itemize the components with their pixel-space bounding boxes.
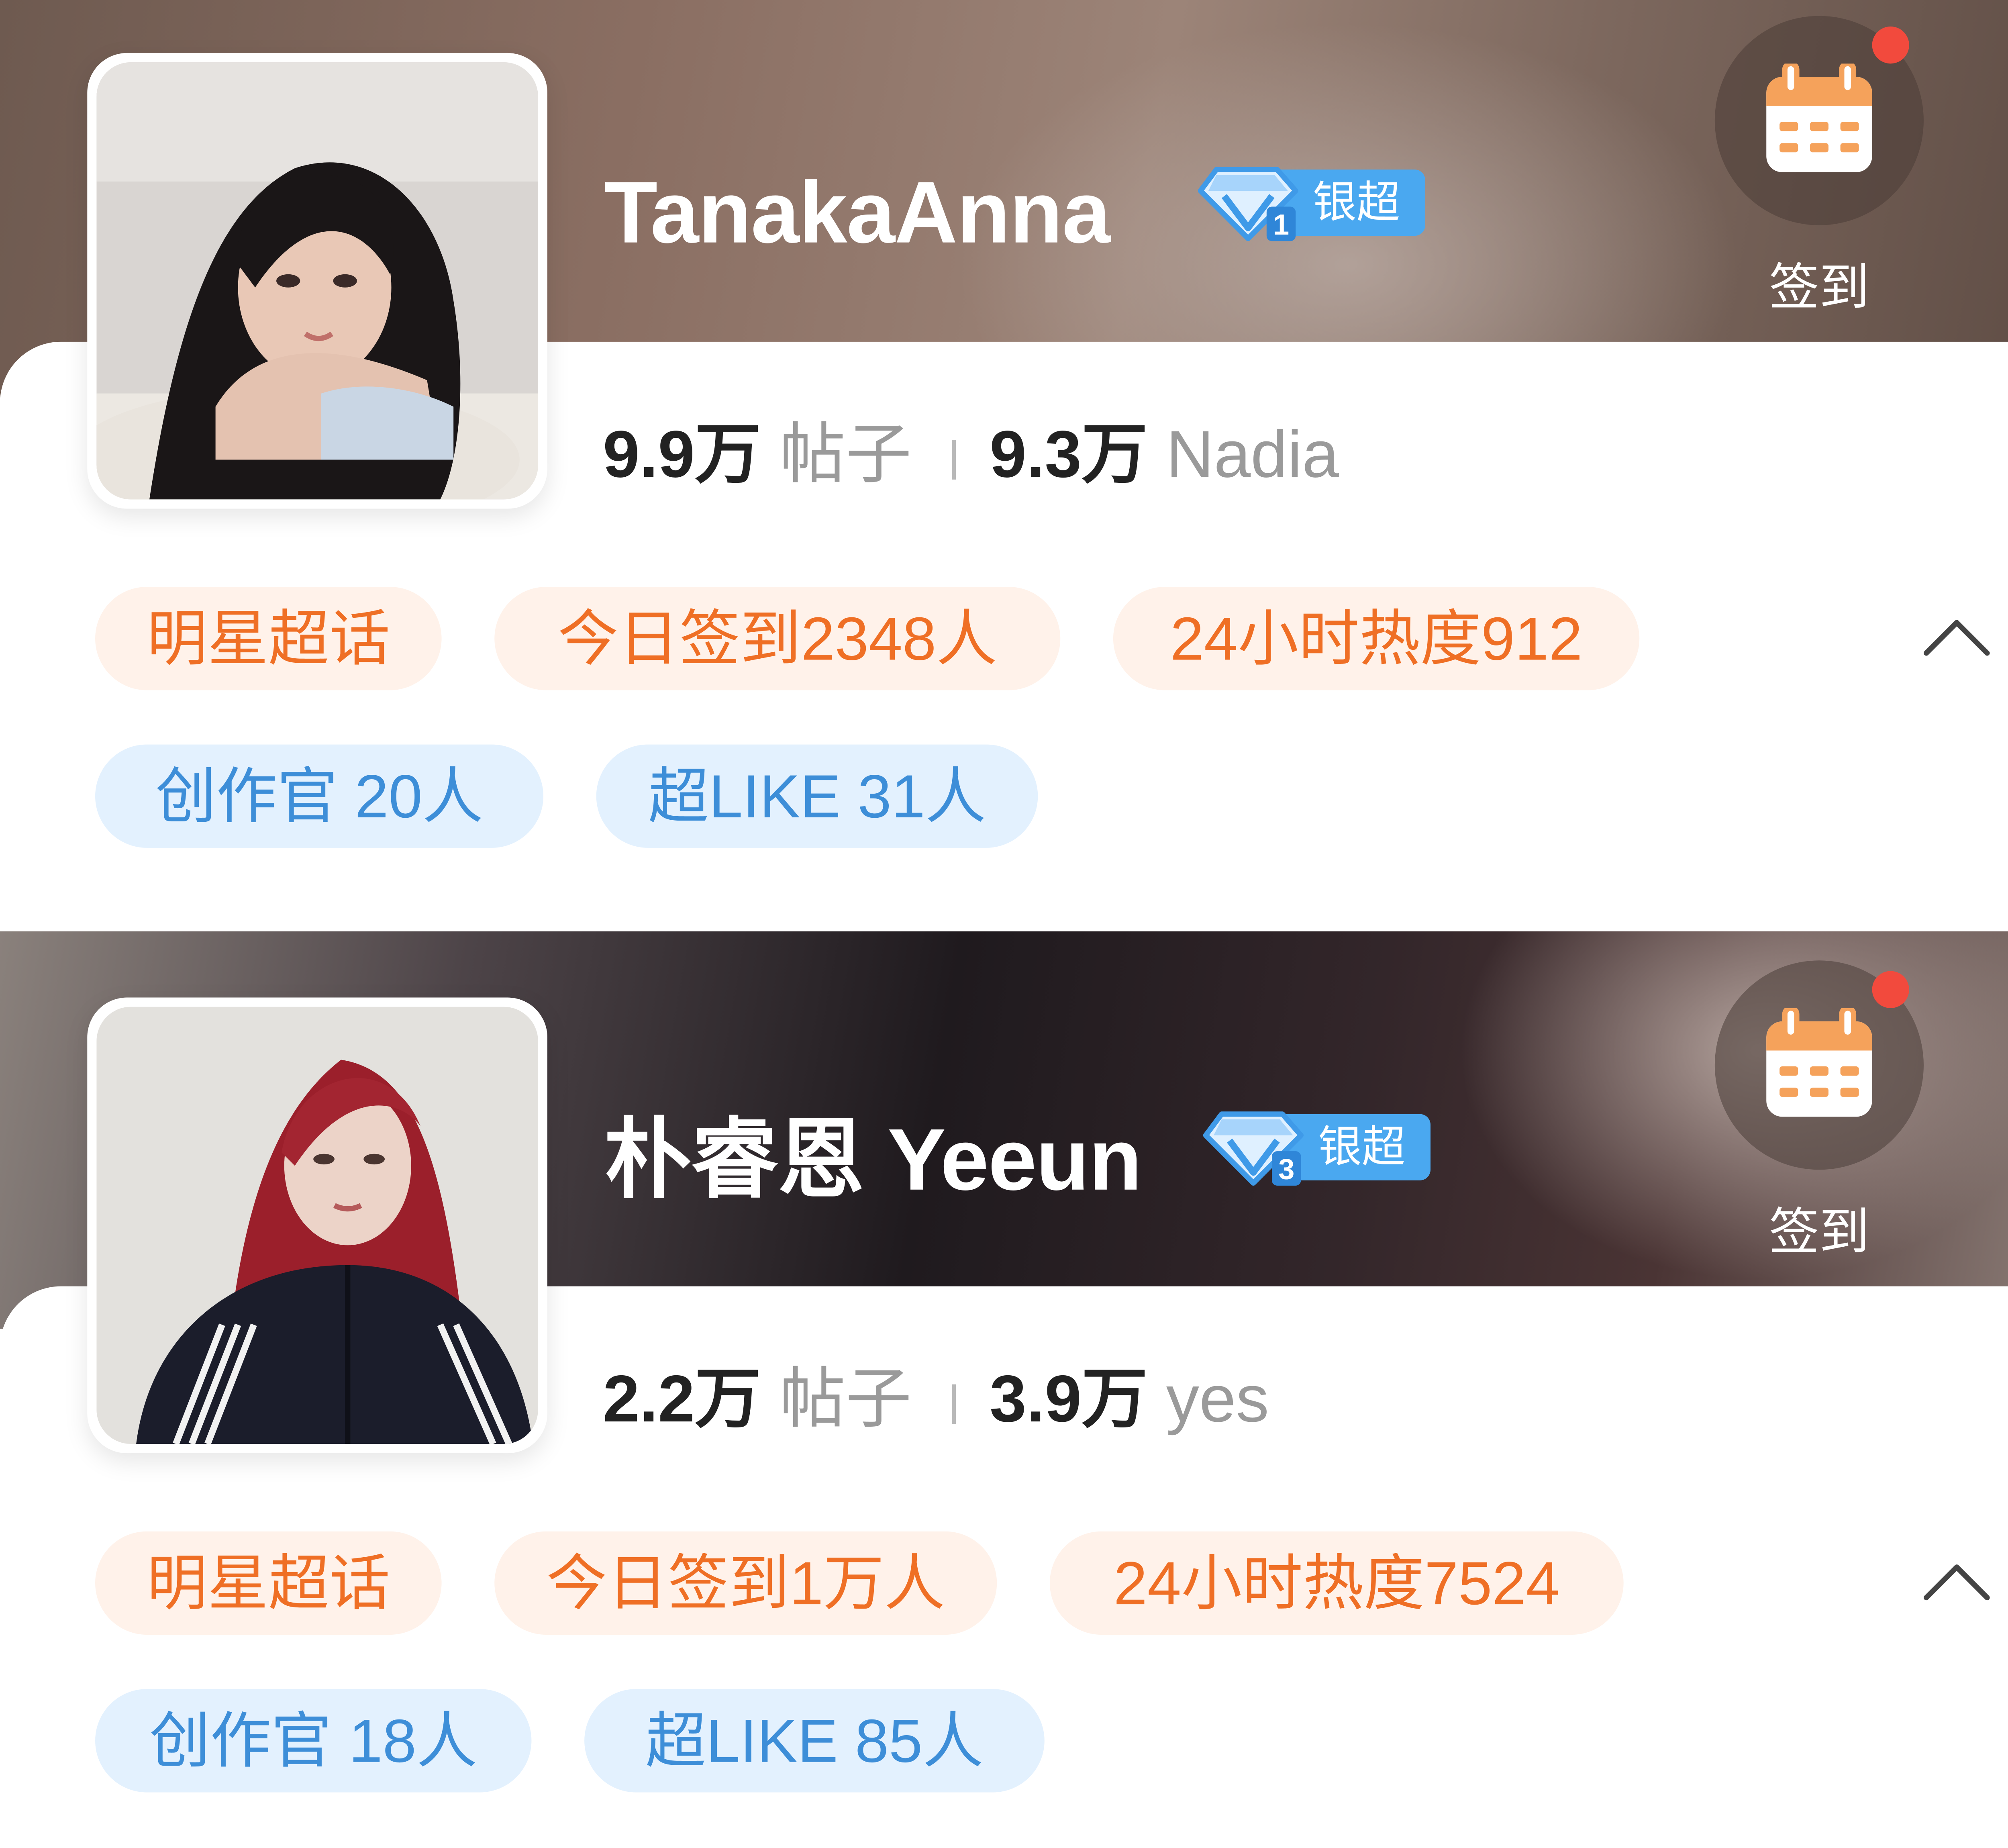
avatar[interactable] <box>87 53 547 509</box>
checkin-label: 签到 <box>1769 1205 1870 1261</box>
diamond-icon: 3 <box>1203 1111 1304 1186</box>
tag-24h-heat[interactable]: 24小时热度912 <box>1113 587 1640 690</box>
posts-label: 帖子 <box>779 417 912 492</box>
topic-name: TanakaAnna <box>604 163 1110 261</box>
fans-label: Nadia <box>1166 417 1339 492</box>
posts-label: 帖子 <box>779 1362 912 1436</box>
supertopic-screen: TanakaAnna 银超 1 签到 9.9万 帖子 9.3万 Nadia 明星… <box>0 0 2008 1848</box>
chevron-up-icon[interactable] <box>1920 1559 1994 1604</box>
fans-count: 3.9万 <box>990 1362 1148 1436</box>
chevron-up-icon[interactable] <box>1920 615 1994 660</box>
supertopic-card: 朴睿恩 Yeeun 银超 3 签到 2.2万 帖子 3.9万 yes 明星超话 … <box>0 931 2008 1848</box>
fans-count: 9.3万 <box>990 417 1148 492</box>
stats-row: 9.9万 帖子 9.3万 Nadia <box>603 415 1339 494</box>
fans-label: yes <box>1166 1362 1269 1436</box>
stats-divider <box>951 1384 955 1424</box>
diamond-icon: 1 <box>1198 167 1298 241</box>
avatar[interactable] <box>87 997 547 1454</box>
checkin-label: 签到 <box>1769 261 1870 317</box>
tag-star-topic[interactable]: 明星超话 <box>95 1531 442 1635</box>
tag-creators[interactable]: 创作官 20人 <box>95 744 544 848</box>
calendar-icon <box>1766 63 1872 172</box>
tag-super-like[interactable]: 超LIKE 85人 <box>584 1689 1045 1793</box>
posts-count: 9.9万 <box>603 417 761 492</box>
tag-star-topic[interactable]: 明星超话 <box>95 587 442 690</box>
red-dot-icon <box>1872 26 1909 64</box>
avatar-photo <box>96 1007 538 1444</box>
supertopic-card: TanakaAnna 银超 1 签到 9.9万 帖子 9.3万 Nadia 明星… <box>0 0 2008 927</box>
tag-super-like[interactable]: 超LIKE 31人 <box>596 744 1038 848</box>
topic-name: 朴睿恩 Yeeun <box>604 1110 1142 1208</box>
stats-divider <box>951 440 955 480</box>
level-number: 3 <box>1278 1153 1294 1185</box>
tag-today-checkins[interactable]: 今日签到1万人 <box>494 1531 997 1635</box>
stats-row: 2.2万 帖子 3.9万 yes <box>603 1359 1269 1439</box>
level-number: 1 <box>1273 208 1289 241</box>
red-dot-icon <box>1872 971 1909 1008</box>
calendar-icon <box>1766 1008 1872 1117</box>
tag-creators[interactable]: 创作官 18人 <box>95 1689 532 1793</box>
tag-24h-heat[interactable]: 24小时热度7524 <box>1049 1531 1624 1635</box>
tag-today-checkins[interactable]: 今日签到2348人 <box>494 587 1061 690</box>
posts-count: 2.2万 <box>603 1362 761 1436</box>
avatar-photo <box>96 62 538 500</box>
